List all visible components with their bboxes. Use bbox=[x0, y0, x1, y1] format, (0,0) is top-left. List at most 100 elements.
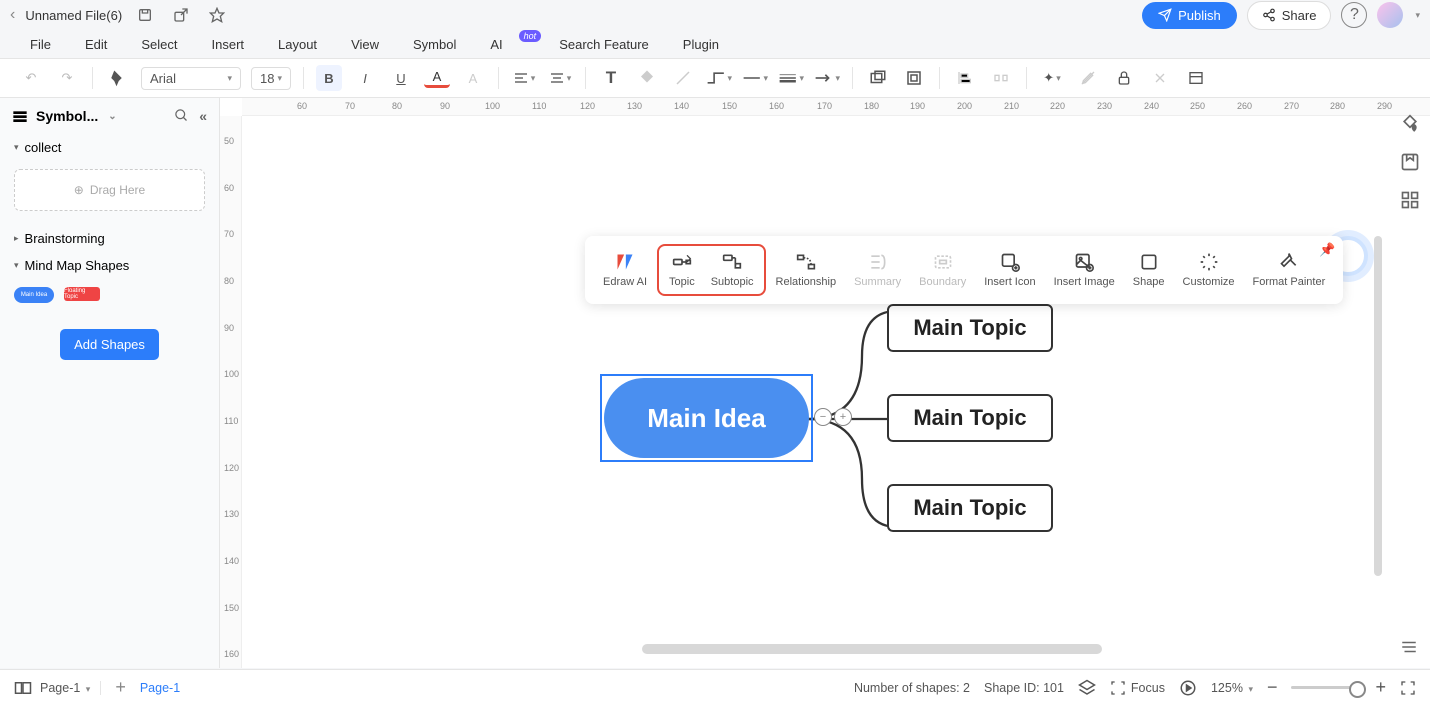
section-mindmap-shapes[interactable]: ▾Mind Map Shapes bbox=[0, 252, 219, 279]
underline-button[interactable]: U bbox=[388, 65, 414, 91]
menu-select[interactable]: Select bbox=[141, 37, 177, 52]
highlight-button[interactable]: A bbox=[460, 65, 486, 91]
page-select[interactable]: Page-1 ▾ bbox=[40, 681, 90, 695]
collapse-icon[interactable]: « bbox=[199, 108, 207, 124]
avatar[interactable] bbox=[1377, 2, 1403, 28]
fullscreen-icon[interactable] bbox=[1400, 680, 1416, 696]
font-color-button[interactable]: A bbox=[424, 68, 450, 88]
save-icon[interactable] bbox=[132, 2, 158, 28]
help-icon[interactable]: ? bbox=[1341, 2, 1367, 28]
edit-disabled-icon[interactable] bbox=[1075, 65, 1101, 91]
publish-label: Publish bbox=[1178, 8, 1221, 23]
layers-icon[interactable] bbox=[1078, 679, 1096, 697]
topic-node[interactable]: Main Topic bbox=[887, 484, 1053, 532]
line-color-icon[interactable] bbox=[670, 65, 696, 91]
search-icon[interactable] bbox=[174, 108, 189, 124]
line-style-icon[interactable]: ▾ bbox=[742, 65, 768, 91]
bold-button[interactable]: B bbox=[316, 65, 342, 91]
sidebar-caret-icon[interactable]: ⌄ bbox=[108, 111, 116, 122]
canvas-area: 6070809010011012013014015016017018019020… bbox=[220, 98, 1430, 668]
drag-zone[interactable]: ⊕ Drag Here bbox=[14, 169, 205, 211]
boundary-button[interactable]: Boundary bbox=[911, 248, 974, 292]
font-family-select[interactable]: Arial▾ bbox=[141, 67, 241, 90]
shape-preview-floating[interactable]: Floating Topic bbox=[64, 287, 100, 301]
italic-button[interactable]: I bbox=[352, 65, 378, 91]
menu-view[interactable]: View bbox=[351, 37, 379, 52]
ruler-vertical: 5060708090100110120130140150160 bbox=[220, 116, 242, 668]
right-rail bbox=[1390, 100, 1430, 210]
apps-panel-icon[interactable] bbox=[1400, 190, 1420, 210]
menu-search-feature[interactable]: Search Feature bbox=[559, 37, 649, 52]
topic-subtopic-highlight: Topic Subtopic bbox=[657, 244, 766, 296]
fill-panel-icon[interactable] bbox=[1400, 114, 1420, 134]
topic-node[interactable]: Main Topic bbox=[887, 394, 1053, 442]
ruler-horizontal: 6070809010011012013014015016017018019020… bbox=[242, 98, 1430, 116]
status-bar: Page-1 ▾ + Page-1 Number of shapes: 2 Sh… bbox=[0, 669, 1430, 705]
expand-handle-icon[interactable]: + bbox=[834, 408, 852, 426]
redo-icon[interactable]: ↷ bbox=[54, 65, 80, 91]
star-icon[interactable] bbox=[204, 2, 230, 28]
pages-panel-icon[interactable] bbox=[14, 681, 32, 695]
topic-button[interactable]: Topic bbox=[661, 248, 703, 292]
relationship-button[interactable]: Relationship bbox=[768, 248, 845, 292]
pin-icon[interactable]: 📌 bbox=[1319, 242, 1335, 258]
distribute-icon[interactable] bbox=[988, 65, 1014, 91]
menu-insert[interactable]: Insert bbox=[212, 37, 245, 52]
publish-button[interactable]: Publish bbox=[1142, 2, 1237, 29]
page-tab[interactable]: Page-1 bbox=[140, 681, 180, 695]
section-collect[interactable]: ▾collect bbox=[0, 134, 219, 161]
shape-preview-main-idea[interactable]: Main Idea bbox=[14, 287, 54, 303]
line-weight-icon[interactable]: ▾ bbox=[778, 65, 804, 91]
fill-color-icon[interactable] bbox=[634, 65, 660, 91]
options-icon[interactable] bbox=[1400, 640, 1418, 654]
text-tool-icon[interactable]: T bbox=[598, 65, 624, 91]
align-left-icon[interactable] bbox=[952, 65, 978, 91]
back-icon[interactable]: ‹ bbox=[10, 6, 15, 24]
share-button[interactable]: Share bbox=[1247, 1, 1332, 30]
menu-plugin[interactable]: Plugin bbox=[683, 37, 719, 52]
connector-style-icon[interactable]: ▾ bbox=[706, 65, 732, 91]
customize-button[interactable]: Customize bbox=[1175, 248, 1243, 292]
align-v-button[interactable]: ▾ bbox=[547, 65, 573, 91]
arrow-style-icon[interactable]: ▾ bbox=[814, 65, 840, 91]
menu-layout[interactable]: Layout bbox=[278, 37, 317, 52]
image-behind-icon[interactable] bbox=[865, 65, 891, 91]
zoom-out-button[interactable]: − bbox=[1267, 677, 1278, 698]
main-idea-node[interactable]: Main Idea bbox=[604, 378, 809, 458]
edraw-ai-button[interactable]: Edraw AI bbox=[595, 248, 655, 292]
section-brainstorming[interactable]: ▸Brainstorming bbox=[0, 225, 219, 252]
menu-file[interactable]: File bbox=[30, 37, 51, 52]
insert-icon-button[interactable]: Insert Icon bbox=[976, 248, 1043, 292]
zoom-slider[interactable] bbox=[1291, 686, 1361, 689]
menu-symbol[interactable]: Symbol bbox=[413, 37, 456, 52]
menu-ai[interactable]: AIhot bbox=[490, 37, 525, 52]
zoom-level[interactable]: 125% ▾ bbox=[1211, 681, 1253, 695]
undo-icon[interactable]: ↶ bbox=[18, 65, 44, 91]
menu-edit[interactable]: Edit bbox=[85, 37, 107, 52]
shape-button[interactable]: Shape bbox=[1125, 248, 1173, 292]
subtopic-button[interactable]: Subtopic bbox=[703, 248, 762, 292]
lock-icon[interactable] bbox=[1111, 65, 1137, 91]
theme-panel-icon[interactable] bbox=[1400, 152, 1420, 172]
insert-image-button[interactable]: Insert Image bbox=[1046, 248, 1123, 292]
align-h-button[interactable]: ▾ bbox=[511, 65, 537, 91]
ai-sparkle-icon[interactable]: ✦▾ bbox=[1039, 65, 1065, 91]
summary-button[interactable]: Summary bbox=[846, 248, 909, 292]
collapse-handle-icon[interactable]: − bbox=[814, 408, 832, 426]
presentation-icon[interactable] bbox=[1179, 679, 1197, 697]
vertical-scrollbar[interactable] bbox=[1374, 236, 1382, 576]
export-icon[interactable] bbox=[168, 2, 194, 28]
focus-button[interactable]: Focus bbox=[1110, 680, 1165, 696]
horizontal-scrollbar[interactable] bbox=[642, 644, 1102, 654]
account-caret-icon[interactable]: ▾ bbox=[1415, 10, 1420, 21]
tools-icon[interactable] bbox=[1147, 65, 1173, 91]
topic-node[interactable]: Main Topic bbox=[887, 304, 1053, 352]
zoom-in-button[interactable]: + bbox=[1375, 677, 1386, 698]
format-brush-icon[interactable] bbox=[105, 65, 131, 91]
add-shapes-button[interactable]: Add Shapes bbox=[60, 329, 159, 360]
canvas[interactable]: Main Idea − + Main Topic Main Topic Main… bbox=[242, 116, 1430, 668]
font-size-select[interactable]: 18▾ bbox=[251, 67, 291, 90]
add-page-button[interactable]: + bbox=[115, 677, 126, 698]
data-table-icon[interactable] bbox=[1183, 65, 1209, 91]
crop-icon[interactable] bbox=[901, 65, 927, 91]
